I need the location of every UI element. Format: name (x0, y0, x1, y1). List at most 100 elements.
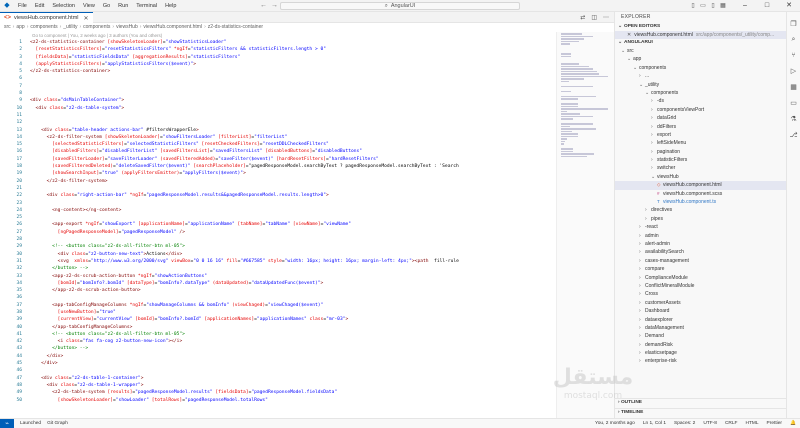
code-line[interactable]: [savedFilterLoader]="saveFilterLoader" (… (30, 156, 554, 163)
source-control-icon[interactable]: ⑂ (787, 52, 800, 59)
tree-item[interactable]: # viewsHub.component.scss (615, 190, 786, 198)
code-line[interactable]: <app-tabConfigManageColumns *ngIf="showM… (30, 302, 554, 309)
code-line[interactable]: </app-tabConfigManageColumns> (30, 324, 554, 331)
code-line[interactable]: [useNewButton]="true" (30, 309, 554, 316)
tree-item[interactable]: › pipes (615, 215, 786, 223)
tree-item[interactable]: › ddFilters (615, 123, 786, 131)
menu-item-selection[interactable]: Selection (48, 0, 79, 12)
menu-item-terminal[interactable]: Terminal (132, 0, 161, 12)
tree-item[interactable]: ⌄ _utility (615, 81, 786, 89)
git-graph-icon[interactable]: ⎇ (787, 131, 800, 139)
tree-item[interactable]: › customerAssets (615, 299, 786, 307)
split-editor-icon[interactable]: ◫ (591, 14, 597, 21)
code-line[interactable]: </button> --> (30, 265, 554, 272)
tree-item[interactable]: ⌄ viewsHub (615, 173, 786, 181)
code-line[interactable] (30, 236, 554, 243)
toggle-primary-sidebar-icon[interactable]: ▯ (689, 0, 697, 12)
status-item[interactable]: Prettier (767, 419, 782, 428)
code-line[interactable]: </div> (30, 353, 554, 360)
code-line[interactable]: <!-- <button class="z2-ds-all-filter-btn… (30, 243, 554, 250)
tree-item[interactable]: ⌄ components (615, 89, 786, 97)
tree-item[interactable]: › -react (615, 223, 786, 231)
status-item[interactable]: HTML (745, 419, 758, 428)
codelens-hint[interactable]: Go to component | You, 2 weeks ago | 3 a… (32, 33, 162, 38)
minimize-icon[interactable]: – (734, 0, 756, 12)
code-line[interactable] (30, 90, 554, 97)
breadcrumb-item[interactable]: _utility (63, 24, 77, 30)
tree-item[interactable]: › admin (615, 232, 786, 240)
tree-item[interactable]: ◇ viewsHub.component.html (615, 181, 786, 190)
menu-item-help[interactable]: Help (161, 0, 180, 12)
git-compare-icon[interactable]: ⇄ (580, 14, 585, 21)
tab-viewshub-html[interactable]: <> viewsHub.component.html ✕ (0, 12, 93, 23)
tree-item[interactable]: › switcher (615, 164, 786, 172)
tree-item[interactable]: › availabilitySearch (615, 248, 786, 256)
menu-item-view[interactable]: View (79, 0, 99, 12)
menu-item-edit[interactable]: Edit (31, 0, 48, 12)
breadcrumb-item[interactable]: z2-ds-statistics-container (208, 24, 263, 30)
code-line[interactable] (30, 119, 554, 126)
tree-item[interactable]: ⌄ app (615, 55, 786, 63)
code-line[interactable]: </app-z2-ds-scrub-action-button> (30, 287, 554, 294)
tree-item[interactable]: › alert-admin (615, 240, 786, 248)
breadcrumb-item[interactable]: viewsHub (116, 24, 138, 30)
code-line[interactable]: </z2-ds-filter-system> (30, 178, 554, 185)
tree-item[interactable]: › ConflictMineralModule (615, 282, 786, 290)
code-line[interactable]: [currentView]="currentView" [bomId]="bom… (30, 316, 554, 323)
tree-item[interactable]: › dataexplorer (615, 316, 786, 324)
search-icon[interactable]: ⌕ (787, 36, 800, 44)
code-lines[interactable]: <z2-ds-statistics-container [showSkeleto… (30, 39, 554, 404)
code-line[interactable]: <z2-ds-statistics-container [showSkeleto… (30, 39, 554, 46)
remote-explorer-icon[interactable]: ▭ (787, 99, 800, 107)
code-line[interactable] (30, 294, 554, 301)
status-item[interactable]: CRLF (725, 419, 738, 428)
timeline-header[interactable]: › TIMELINE (615, 408, 786, 416)
tree-item[interactable]: ›... (615, 72, 786, 80)
minimap[interactable] (556, 32, 614, 418)
remote-indicator-icon[interactable]: ⌁ (0, 418, 14, 428)
code-line[interactable]: [bomId]="bomInfo?.bomId" [dataType]="bom… (30, 280, 554, 287)
tree-item[interactable]: › cases-management (615, 257, 786, 265)
code-line[interactable] (30, 367, 554, 374)
code-line[interactable]: [resetStatisticsFilters]="resetStatistic… (30, 46, 554, 53)
tree-item[interactable]: › leftSideMenu (615, 139, 786, 147)
breadcrumb-item[interactable]: app (16, 24, 24, 30)
tree-item[interactable]: › compare (615, 265, 786, 273)
close-window-icon[interactable]: ✕ (778, 0, 800, 12)
run-debug-icon[interactable]: ▷ (787, 67, 800, 75)
code-line[interactable]: <ng-content></ng-content> (30, 207, 554, 214)
status-item[interactable]: Ln 1, Col 1 (643, 419, 666, 428)
code-line[interactable]: <app-z2-ds-scrub-action-button *ngIf="sh… (30, 273, 554, 280)
tree-item[interactable]: › dataManagement (615, 324, 786, 332)
tree-item[interactable]: › demandRisk (615, 341, 786, 349)
testing-icon[interactable]: ⚗ (787, 115, 800, 123)
code-line[interactable]: [disabledFilters]="disabledFilterList" [… (30, 148, 554, 155)
code-line[interactable] (30, 200, 554, 207)
code-line[interactable] (30, 83, 554, 90)
code-line[interactable] (30, 112, 554, 119)
tree-item[interactable]: ⌄ src (615, 47, 786, 55)
code-line[interactable]: <div class="dsMainTableContainer"> (30, 97, 554, 104)
code-line[interactable] (30, 75, 554, 82)
tree-item[interactable]: › enterprise-risk (615, 357, 786, 365)
tree-item[interactable]: › directives (615, 206, 786, 214)
tree-item[interactable]: › Demand (615, 332, 786, 340)
workspace-header[interactable]: ⌄ ANGULARUI (615, 39, 786, 47)
tree-item[interactable]: › elasticsetpage (615, 349, 786, 357)
tree-item[interactable]: › componentsViewPort (615, 106, 786, 114)
tree-item[interactable]: › Cross (615, 290, 786, 298)
code-line[interactable]: <svg xmlns="http://www.w3.org/2000/svg" … (30, 258, 554, 265)
breadcrumb-item[interactable]: viewsHub.component.html (143, 24, 202, 30)
tree-item[interactable]: ⌄ components (615, 64, 786, 72)
menu-item-run[interactable]: Run (114, 0, 132, 12)
tree-item[interactable]: › Dashboard (615, 307, 786, 315)
code-line[interactable]: [showSearchInput]="true" (applyFiltersEm… (30, 170, 554, 177)
code-line[interactable]: [fieldsData]="statisticFieldsData" [aggr… (30, 54, 554, 61)
status-git-graph[interactable]: Git Graph (47, 421, 68, 426)
code-line[interactable]: [selectedStatisticFilters]="selectedStat… (30, 141, 554, 148)
code-line[interactable]: <!-- <button class="z2-ds-all-filter-btn… (30, 331, 554, 338)
tree-item[interactable]: › export (615, 131, 786, 139)
close-editor-icon[interactable]: ✕ (627, 32, 631, 38)
notifications-bell-icon[interactable]: 🔔 (790, 419, 796, 428)
tree-item[interactable]: TviewsHub.component.ts (615, 198, 786, 206)
